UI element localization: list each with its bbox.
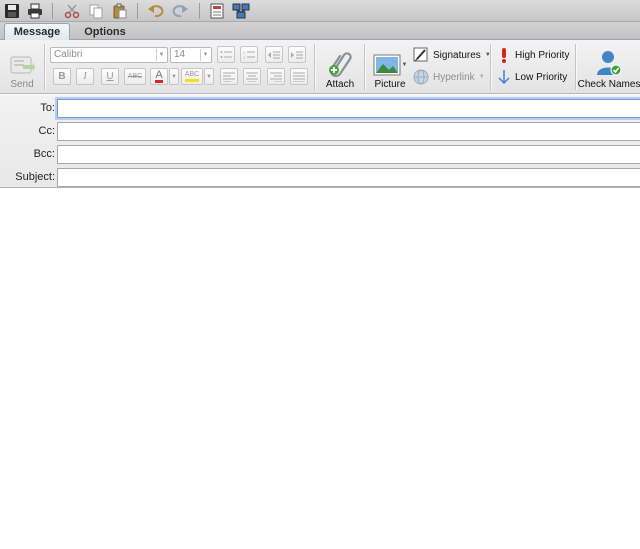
network-icon[interactable] (232, 2, 250, 20)
copy-icon[interactable] (87, 2, 105, 20)
check-names-label: Check Names (577, 79, 640, 90)
font-name-select[interactable]: Calibri ▼ (50, 47, 168, 63)
low-priority-label: Low Priority (515, 71, 568, 83)
font-color-dropdown[interactable]: ▼ (169, 68, 179, 85)
paste-icon[interactable] (111, 2, 129, 20)
down-arrow-icon (498, 70, 510, 85)
quick-access-toolbar (0, 0, 640, 22)
chevron-down-icon: ▼ (401, 62, 408, 68)
font-color-letter: A (155, 68, 163, 83)
cc-field[interactable] (57, 122, 640, 141)
outdent-icon (268, 51, 280, 58)
svg-text:2: 2 (243, 55, 246, 60)
check-names-button[interactable]: Check Names (577, 44, 640, 90)
increase-indent-button[interactable] (288, 46, 306, 63)
redo-icon[interactable] (171, 2, 189, 20)
high-priority-label: High Priority (515, 49, 570, 61)
hyperlink-button[interactable]: Hyperlink ▼ (413, 68, 485, 86)
bcc-field[interactable] (57, 145, 640, 164)
signatures-label: Signatures (433, 49, 481, 61)
signature-pen-icon (413, 47, 428, 62)
align-left-icon (223, 72, 235, 82)
message-header-fields: To: Cc: Bcc: Subject: (0, 95, 640, 188)
subject-label: Subject: (15, 171, 55, 183)
tab-options[interactable]: Options (74, 23, 136, 40)
exclamation-icon (502, 48, 506, 63)
align-right-icon (270, 72, 282, 82)
cc-label: Cc: (38, 125, 56, 137)
picture-label: Picture (374, 79, 406, 90)
low-priority-button[interactable]: Low Priority (497, 68, 567, 86)
send-icon (10, 56, 35, 74)
font-color-button[interactable]: A (150, 68, 168, 85)
cut-icon[interactable] (63, 2, 81, 20)
paperclip-icon (329, 52, 352, 77)
subject-field[interactable] (57, 168, 640, 187)
font-name-value: Calibri (54, 49, 83, 60)
insert-table-icon[interactable] (208, 2, 226, 20)
picture-button[interactable]: ▼ Picture (370, 44, 410, 90)
align-center-button[interactable] (243, 68, 261, 85)
hyperlink-label: Hyperlink (433, 71, 475, 83)
highlight-dropdown[interactable]: ▼ (204, 68, 214, 85)
chevron-down-icon: ▼ (156, 49, 166, 61)
attach-label: Attach (325, 79, 355, 90)
message-body-editor[interactable] (0, 189, 640, 549)
italic-button[interactable]: I (76, 68, 94, 85)
decrease-indent-button[interactable] (265, 46, 283, 63)
font-size-value: 14 (174, 49, 186, 60)
user-check-icon (597, 51, 622, 76)
highlight-letters: ABC (184, 71, 200, 82)
numbering-button[interactable]: 12 (240, 46, 258, 63)
underline-button[interactable]: U (101, 68, 119, 85)
chevron-down-icon: ▼ (171, 73, 177, 80)
undo-icon[interactable] (147, 2, 165, 20)
picture-icon (373, 54, 401, 76)
save-icon[interactable] (3, 2, 21, 20)
bullets-button[interactable] (217, 46, 235, 63)
strikethrough-button[interactable]: ABC (124, 68, 146, 85)
indent-icon (291, 51, 303, 58)
print-icon[interactable] (26, 2, 44, 20)
highlight-button[interactable]: ABC (181, 68, 203, 85)
signatures-button[interactable]: Signatures ▼ (413, 46, 491, 64)
send-label: Send (10, 79, 34, 90)
ribbon: Send Calibri ▼ 14 ▼ 12 B I U ABC A ▼ ABC… (0, 40, 640, 94)
justify-icon (293, 72, 305, 82)
bullet-list-icon (220, 50, 232, 58)
font-size-select[interactable]: 14 ▼ (170, 47, 212, 63)
high-priority-button[interactable]: High Priority (497, 46, 569, 64)
chevron-down-icon: ▼ (478, 74, 485, 80)
to-field[interactable] (57, 99, 640, 118)
chevron-down-icon: ▼ (200, 49, 210, 61)
chevron-down-icon: ▼ (206, 73, 212, 80)
align-center-icon (246, 72, 258, 82)
attach-button[interactable]: Attach (322, 44, 358, 90)
bold-button[interactable]: B (53, 68, 71, 85)
numbered-list-icon: 12 (243, 50, 255, 60)
justify-button[interactable] (290, 68, 308, 85)
tab-message[interactable]: Message (4, 23, 70, 40)
ribbon-tab-bar: Message Options (0, 22, 640, 40)
align-left-button[interactable] (220, 68, 238, 85)
send-button[interactable]: Send (6, 44, 38, 90)
bcc-label: Bcc: (33, 148, 55, 160)
globe-link-icon (413, 69, 429, 85)
align-right-button[interactable] (267, 68, 285, 85)
to-label: To: (40, 102, 55, 114)
